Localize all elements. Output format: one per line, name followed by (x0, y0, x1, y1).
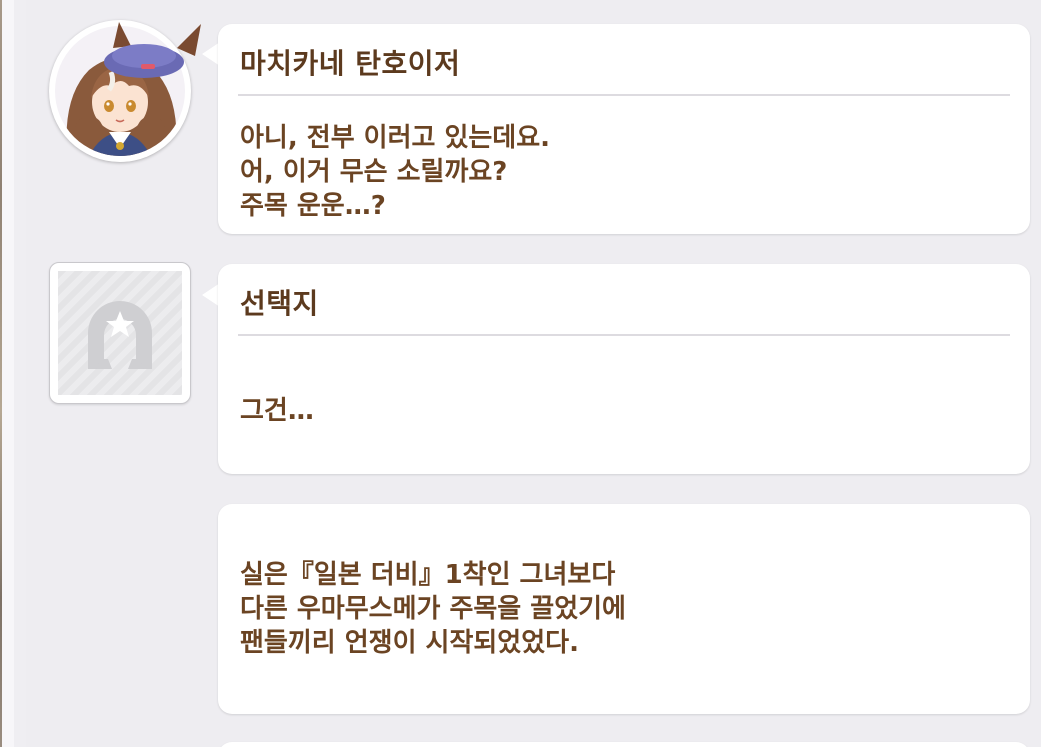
choice-avatar[interactable] (49, 262, 191, 404)
horseshoe-icon (88, 301, 152, 369)
avatar[interactable] (49, 20, 201, 162)
speaker-name: 마치카네 탄호이저 (240, 47, 461, 80)
background-edge (0, 0, 14, 747)
divider (238, 334, 1010, 336)
divider (238, 94, 1010, 96)
choice-text: 그건… (240, 396, 314, 426)
speaker-name: 선택지 (240, 287, 319, 320)
dialogue-bubble[interactable]: 마치카네 탄호이저 아니, 전부 이러고 있는데요. 어, 이거 무슨 소릴까요… (218, 24, 1030, 234)
next-bubble-edge (218, 742, 1030, 747)
choice-bubble[interactable]: 선택지 그건… (218, 264, 1030, 474)
dialogue-text: 아니, 전부 이러고 있는데요. 어, 이거 무슨 소릴까요? 주목 운운…? (240, 123, 551, 221)
narration-bubble[interactable]: 실은『일본 더비』1착인 그녀보다 다른 우마무스메가 주목을 끌었기에 팬들끼… (218, 504, 1030, 714)
character-portrait-icon (55, 22, 201, 156)
avatar-placeholder (58, 271, 182, 395)
narration-text: 실은『일본 더비』1착인 그녀보다 다른 우마무스메가 주목을 끌었기에 팬들끼… (240, 560, 626, 658)
